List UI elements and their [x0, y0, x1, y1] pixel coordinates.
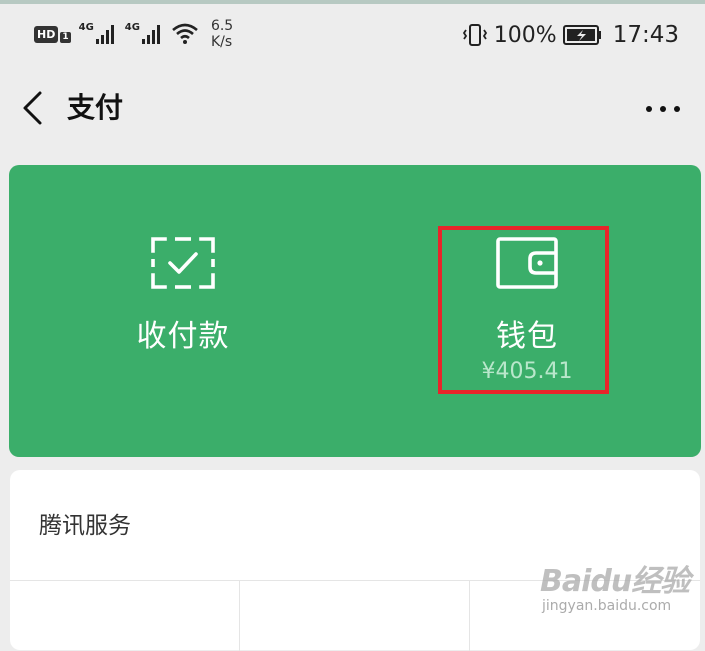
back-button[interactable] — [14, 88, 50, 128]
signal-1: 4G — [79, 23, 117, 45]
network-type-1: 4G — [78, 22, 94, 33]
scan-check-icon — [151, 237, 215, 289]
wallet-balance: ¥405.41 — [481, 359, 573, 384]
speed-unit: K/s — [210, 34, 233, 50]
clock: 17:43 — [612, 22, 679, 48]
wifi-icon — [172, 23, 198, 44]
more-button[interactable] — [641, 94, 685, 124]
wallet-label: 钱包 — [496, 319, 558, 354]
battery-charging-icon — [562, 25, 601, 45]
status-right: 100% 17:43 — [462, 18, 679, 52]
vibrate-icon — [462, 24, 487, 46]
receive-pay-button[interactable]: 收付款 — [95, 165, 271, 457]
hd-label: HD — [34, 25, 59, 43]
wallet-icon — [496, 237, 558, 289]
services-card: 腾讯服务 — [10, 470, 700, 651]
status-left: HD 1 4G 4G 6.5 K/s — [34, 16, 233, 52]
chevron-left-icon — [23, 91, 42, 125]
page-title: 支付 — [67, 91, 124, 124]
services-title: 腾讯服务 — [39, 513, 131, 539]
signal-2: 4G — [125, 23, 163, 45]
hd-sub-label: 1 — [60, 31, 71, 43]
service-cell[interactable] — [240, 581, 470, 651]
hd-icon: HD 1 — [34, 25, 71, 43]
network-speed: 6.5 K/s — [211, 18, 233, 50]
more-dots-icon — [646, 106, 680, 112]
receive-pay-label: 收付款 — [136, 319, 230, 354]
speed-value: 6.5 — [210, 18, 234, 34]
service-cell[interactable] — [470, 581, 700, 651]
battery-percent: 100% — [493, 22, 557, 48]
network-type-2: 4G — [124, 22, 140, 33]
wallet-button[interactable]: 钱包 ¥405.41 — [439, 165, 615, 457]
status-bar: HD 1 4G 4G 6.5 K/s 100% 17:43 — [0, 4, 705, 66]
signal-icon — [141, 25, 160, 44]
pay-card: 收付款 钱包 ¥405.41 — [9, 165, 701, 457]
service-cell[interactable] — [10, 581, 240, 651]
nav-bar: 支付 — [0, 72, 705, 144]
signal-icon — [95, 25, 114, 44]
